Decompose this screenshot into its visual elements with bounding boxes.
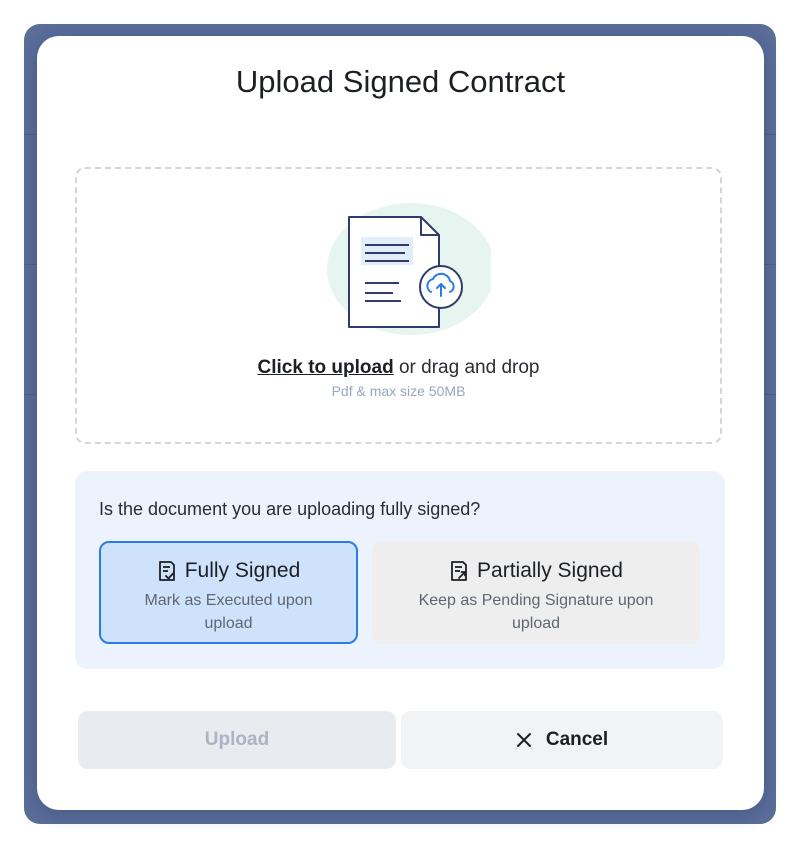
fully-signed-option[interactable]: Fully Signed Mark as Executed upon uploa…: [99, 541, 358, 644]
partially-signed-description: Keep as Pending Signature upon upload: [418, 592, 654, 632]
upload-button[interactable]: Upload: [78, 711, 396, 769]
partially-signed-option[interactable]: Partially Signed Keep as Pending Signatu…: [372, 541, 700, 644]
document-check-icon: [158, 561, 175, 581]
cancel-button[interactable]: Cancel: [401, 711, 723, 769]
dialog-title: Upload Signed Contract: [235, 64, 566, 99]
close-icon: [516, 733, 531, 747]
drag-drop-text: or drag and drop: [393, 357, 540, 378]
fully-signed-label: Fully Signed: [184, 559, 301, 582]
dropzone-instruction: Click to upload or drag and drop: [77, 357, 720, 379]
upload-button-label: Upload: [204, 729, 270, 750]
signed-status-panel: Is the document you are uploading fully …: [75, 471, 725, 669]
fully-signed-description: Mark as Executed upon upload: [144, 592, 313, 632]
document-upload-illustration: [327, 203, 491, 335]
partially-signed-label: Partially Signed: [477, 559, 623, 582]
click-to-upload-link[interactable]: Click to upload: [258, 357, 394, 378]
file-dropzone[interactable]: Click to upload or drag and drop Pdf & m…: [75, 167, 722, 444]
cancel-button-label: Cancel: [545, 729, 609, 750]
file-size-hint: Pdf & max size 50MB: [331, 383, 466, 399]
signed-status-question: Is the document you are uploading fully …: [99, 499, 481, 519]
document-pending-icon: [451, 561, 467, 581]
